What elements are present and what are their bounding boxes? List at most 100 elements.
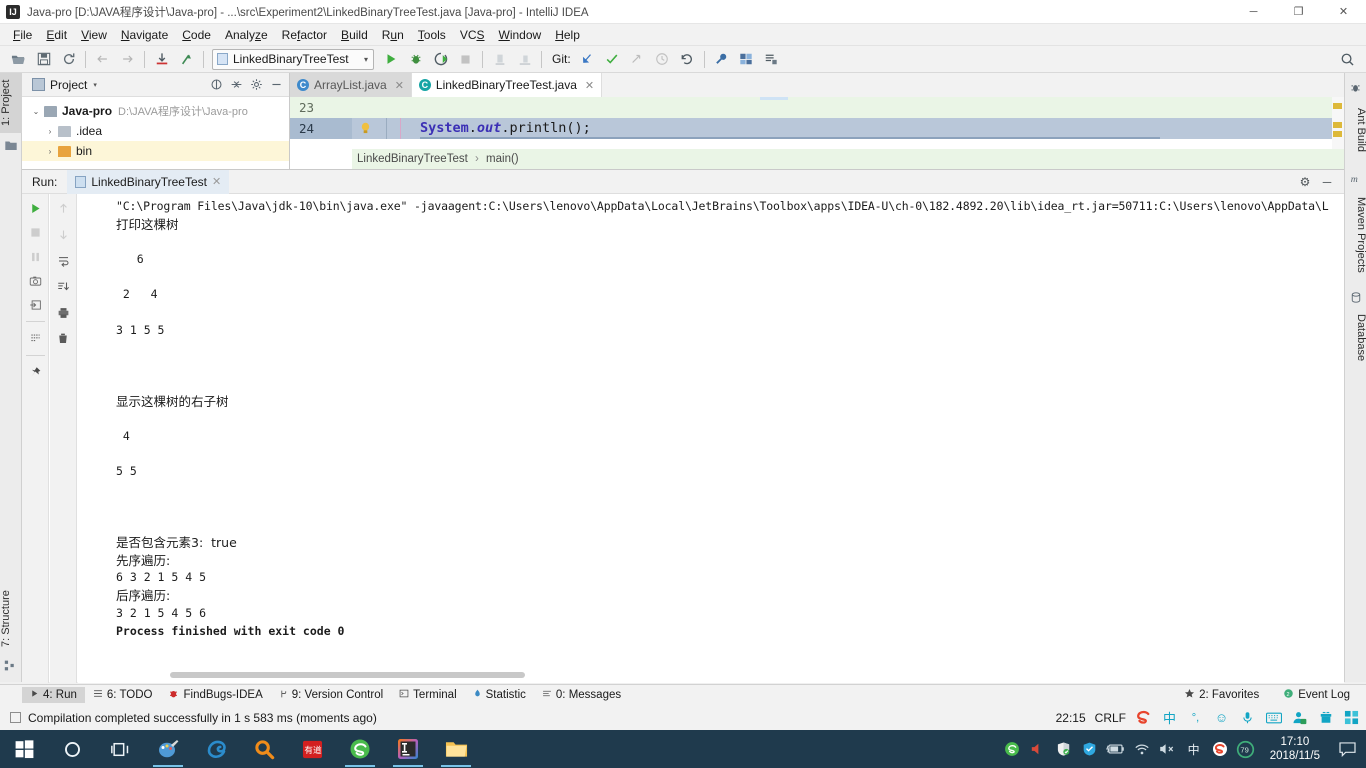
project-structure-icon[interactable] [734,48,759,71]
ime-apps-icon[interactable] [1343,709,1360,726]
console-input-icon[interactable] [25,294,46,315]
sidebar-item-structure[interactable]: 7: Structure [0,583,22,655]
marker-warning[interactable] [1333,103,1342,109]
open-project-icon[interactable] [6,48,31,71]
soft-wrap-icon[interactable] [25,328,46,349]
run-tab-linkedbinarytreetest[interactable]: LinkedBinaryTreeTest ✕ [67,169,230,194]
line-separator[interactable]: CRLF [1095,711,1126,725]
tencent-shield-tray-icon[interactable] [1078,730,1102,768]
git-push-icon[interactable] [625,48,650,71]
bottom-item-run[interactable]: 4: Run [22,687,85,703]
collapse-all-icon[interactable] [227,76,245,94]
menu-run[interactable]: Run [375,26,411,44]
ime-language-tray-icon[interactable]: 中 [1182,730,1206,768]
stop-process-icon[interactable] [25,222,46,243]
update-project-icon[interactable] [149,48,174,71]
screenshot-icon[interactable] [25,270,46,291]
pause-output-icon[interactable] [25,246,46,267]
taskbar-clock[interactable]: 17:10 2018/11/5 [1260,735,1330,763]
hide-panel-icon[interactable] [267,76,285,94]
ime-voice-icon[interactable] [1239,709,1256,726]
battery-charging-tray-icon[interactable] [1104,730,1128,768]
ime-keyboard-icon[interactable] [1265,709,1282,726]
sync-refresh-icon[interactable] [56,48,81,71]
menu-navigate[interactable]: Navigate [114,26,175,44]
security-shield-tray-icon[interactable] [1052,730,1076,768]
run-button-icon[interactable] [378,48,403,71]
tree-node-bin[interactable]: › bin [22,141,289,161]
ime-emoji-icon[interactable]: ☺ [1213,709,1230,726]
start-button[interactable] [0,730,48,768]
menu-code[interactable]: Code [175,26,218,44]
sogou-browser-button[interactable] [336,730,384,768]
bottom-item-event-log[interactable]: 2 Event Log [1275,686,1358,704]
task-view-button[interactable] [96,730,144,768]
bottom-item-messages[interactable]: 0: Messages [534,687,629,703]
menu-window[interactable]: Window [492,26,549,44]
close-icon[interactable]: ✕ [395,79,404,92]
scroll-from-source-icon[interactable] [207,76,225,94]
tab-linkedbinarytreetest-java[interactable]: C LinkedBinaryTreeTest.java ✕ [411,73,603,97]
ime-contact-icon[interactable] [1291,709,1308,726]
editor-marker-gutter[interactable] [1332,97,1344,149]
ime-gift-icon[interactable] [1317,709,1334,726]
bottom-item-version-control[interactable]: 9: Version Control [271,687,391,704]
ime-chinese-icon[interactable]: 中 [1161,709,1178,726]
menu-refactor[interactable]: Refactor [275,26,334,44]
console-horizontal-scrollbar[interactable] [170,672,525,678]
console-output[interactable]: "C:\Program Files\Java\jdk-10\bin\java.e… [78,194,1344,683]
twisty-icon[interactable]: › [42,127,58,136]
git-update-icon[interactable] [575,48,600,71]
tab-arraylist-java[interactable]: C ArrayList.java ✕ [290,73,412,97]
bottom-item-terminal[interactable]: Terminal [391,687,464,703]
marker-warning[interactable] [1333,131,1342,137]
back-arrow-icon[interactable] [90,48,115,71]
sogou-ime-tray-icon[interactable] [1208,730,1232,768]
print-output-icon[interactable] [53,302,74,323]
menu-analyze[interactable]: Analyze [218,26,275,44]
menu-view[interactable]: View [74,26,114,44]
up-the-stack-trace-icon[interactable] [53,198,74,219]
wifi-tray-icon[interactable] [1130,730,1154,768]
menu-edit[interactable]: Edit [39,26,74,44]
battery-percent-tray-icon[interactable]: 79 [1234,730,1258,768]
menu-build[interactable]: Build [334,26,375,44]
scroll-to-end-icon[interactable] [53,276,74,297]
run-settings-gear-icon[interactable]: ⚙ [1296,173,1314,191]
hide-run-window-icon[interactable]: ─ [1318,173,1336,191]
bottom-item-favorites[interactable]: 2: Favorites [1176,686,1267,704]
build-project-icon[interactable] [487,48,512,71]
menu-vcs[interactable]: VCS [453,26,492,44]
menu-tools[interactable]: Tools [411,26,453,44]
run-configuration-selector[interactable]: LinkedBinaryTreeTest ▾ [212,48,374,70]
run-with-coverage-icon[interactable] [428,48,453,71]
ime-punctuation-icon[interactable]: °, [1187,709,1204,726]
maximize-button[interactable]: ❐ [1276,0,1321,24]
sidebar-item-ant-build[interactable]: Ant Build [1345,97,1366,163]
paint-3d-button[interactable] [144,730,192,768]
settings-wrench-icon[interactable] [709,48,734,71]
cortana-search-button[interactable] [48,730,96,768]
file-explorer-button[interactable] [432,730,480,768]
close-icon[interactable]: ✕ [585,79,594,92]
edge-browser-button[interactable] [192,730,240,768]
twisty-icon[interactable]: › [42,147,58,156]
sidebar-item-maven-projects[interactable]: Maven Projects [1345,187,1366,283]
twisty-icon[interactable]: ⌄ [28,107,44,116]
down-the-stack-trace-icon[interactable] [53,224,74,245]
sogou-ime-logo-icon[interactable] [1135,709,1152,726]
minimize-button[interactable]: ─ [1231,0,1276,24]
youdao-dict-button[interactable]: 有道 [288,730,336,768]
close-icon[interactable]: ✕ [212,175,221,188]
sidebar-item-project[interactable]: 1: Project [0,73,22,133]
git-revert-icon[interactable] [675,48,700,71]
search-everywhere-icon[interactable] [1335,48,1360,71]
menu-file[interactable]: File [6,26,39,44]
notification-center-button[interactable] [1332,730,1362,768]
sidebar-item-database[interactable]: Database [1345,307,1366,369]
breadcrumb[interactable]: LinkedBinaryTreeTest › main() [352,149,1344,169]
volume-red-tray-icon[interactable] [1026,730,1050,768]
git-history-icon[interactable] [650,48,675,71]
caret-position[interactable]: 22:15 [1056,711,1086,725]
forward-arrow-icon[interactable] [115,48,140,71]
